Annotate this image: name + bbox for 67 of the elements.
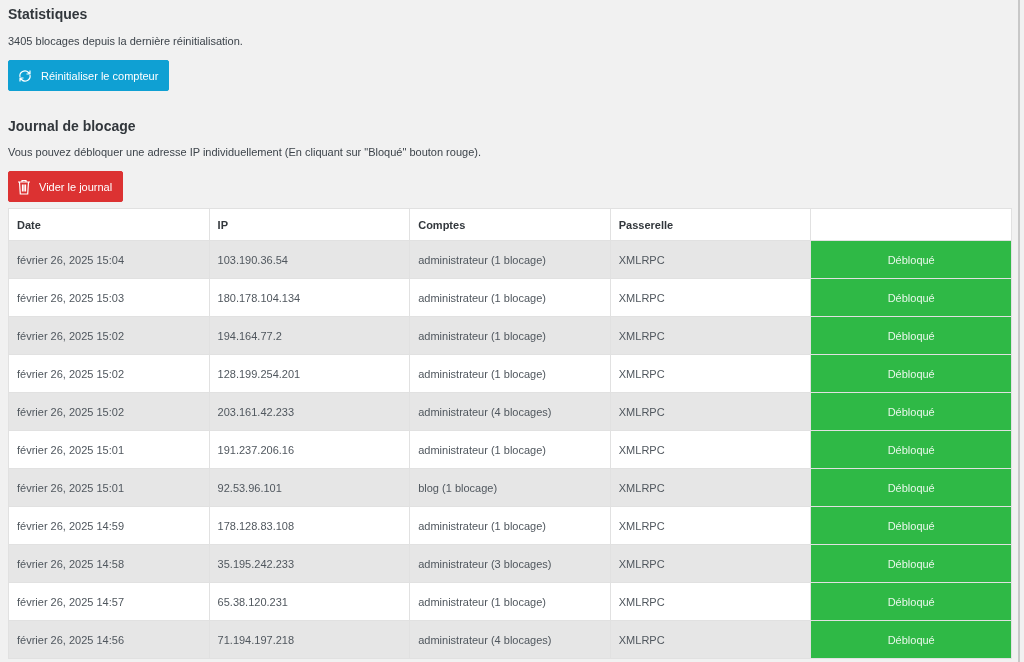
unblock-status-button[interactable]: Débloqué: [810, 240, 1012, 279]
table-cell: XMLRPC: [610, 506, 811, 545]
table-cell: administrateur (1 blocage): [409, 582, 611, 621]
table-cell: XMLRPC: [610, 582, 811, 621]
table-cell: blog (1 blocage): [409, 468, 611, 507]
table-cell: 128.199.254.201: [209, 354, 410, 393]
refresh-icon: [17, 67, 33, 84]
unblock-status-button[interactable]: Débloqué: [810, 392, 1012, 431]
unblock-status-button[interactable]: Débloqué: [810, 430, 1012, 469]
table-cell: administrateur (3 blocages): [409, 544, 611, 583]
table-cell: février 26, 2025 14:58: [8, 544, 210, 583]
table-cell: février 26, 2025 15:02: [8, 316, 210, 355]
table-cell: février 26, 2025 15:04: [8, 240, 210, 279]
table-cell: février 26, 2025 15:01: [8, 468, 210, 507]
table-cell: administrateur (1 blocage): [409, 430, 611, 469]
unblock-status-button[interactable]: Débloqué: [810, 468, 1012, 507]
table-cell: 194.164.77.2: [209, 316, 410, 355]
table-cell: XMLRPC: [610, 620, 811, 659]
unblock-status-button[interactable]: Débloqué: [810, 620, 1012, 659]
section-title: Journal de blocage: [8, 117, 137, 135]
table-cell: administrateur (1 blocage): [409, 278, 611, 317]
unblock-status-button[interactable]: Débloqué: [810, 544, 1012, 583]
unblock-status-button[interactable]: Débloqué: [810, 582, 1012, 621]
unblock-status-button[interactable]: Débloqué: [810, 506, 1012, 545]
table-cell: 103.190.36.54: [209, 240, 410, 279]
table-cell: XMLRPC: [610, 240, 811, 279]
table-cell: 92.53.96.101: [209, 468, 410, 507]
table-cell: administrateur (1 blocage): [409, 316, 611, 355]
table-cell: administrateur (1 blocage): [409, 240, 611, 279]
table-cell: février 26, 2025 15:03: [8, 278, 210, 317]
table-cell: XMLRPC: [610, 468, 811, 507]
table-cell: administrateur (1 blocage): [409, 354, 611, 393]
table-cell: administrateur (4 blocages): [409, 392, 611, 431]
table-cell: XMLRPC: [610, 278, 811, 317]
table-cell: février 26, 2025 15:02: [8, 354, 210, 393]
table-cell: février 26, 2025 14:56: [8, 620, 210, 659]
trash-icon: [17, 178, 31, 195]
column-header: Comptes: [409, 208, 611, 241]
table-cell: XMLRPC: [610, 392, 811, 431]
table-cell: 65.38.120.231: [209, 582, 410, 621]
table-cell: XMLRPC: [610, 354, 811, 393]
description-text: Vous pouvez débloquer une adresse IP individuellement (En cliquant sur "Bloqué" bouton rouge).: [8, 145, 482, 159]
table-cell: 180.178.104.134: [209, 278, 410, 317]
table-cell: 178.128.83.108: [209, 506, 410, 545]
table-cell: XMLRPC: [610, 430, 811, 469]
unblock-status-button[interactable]: Débloqué: [810, 354, 1012, 393]
table-cell: XMLRPC: [610, 316, 811, 355]
table-cell: XMLRPC: [610, 544, 811, 583]
table-cell: février 26, 2025 14:59: [8, 506, 210, 545]
table-cell: février 26, 2025 14:57: [8, 582, 210, 621]
section-title: Statistiques: [8, 5, 89, 23]
table-cell: février 26, 2025 15:01: [8, 430, 210, 469]
unblock-status-button[interactable]: Débloqué: [810, 316, 1012, 355]
table-cell: 35.195.242.233: [209, 544, 410, 583]
table-cell: administrateur (4 blocages): [409, 620, 611, 659]
reset-counter-button[interactable]: Réinitialiser le compteur: [8, 60, 170, 91]
table-cell: administrateur (1 blocage): [409, 506, 611, 545]
column-header: IP: [209, 208, 410, 241]
table-cell: février 26, 2025 15:02: [8, 392, 210, 431]
clear-log-button[interactable]: Vider le journal: [8, 171, 124, 202]
column-header: Date: [8, 208, 210, 241]
column-header: Passerelle: [610, 208, 811, 241]
block-count-text: 3405 blocages depuis la dernière réinitialisation.: [8, 34, 244, 48]
table-cell: 203.161.42.233: [209, 392, 410, 431]
table-cell: 71.194.197.218: [209, 620, 410, 659]
table-cell: 191.237.206.16: [209, 430, 410, 469]
unblock-status-button[interactable]: Débloqué: [810, 278, 1012, 317]
